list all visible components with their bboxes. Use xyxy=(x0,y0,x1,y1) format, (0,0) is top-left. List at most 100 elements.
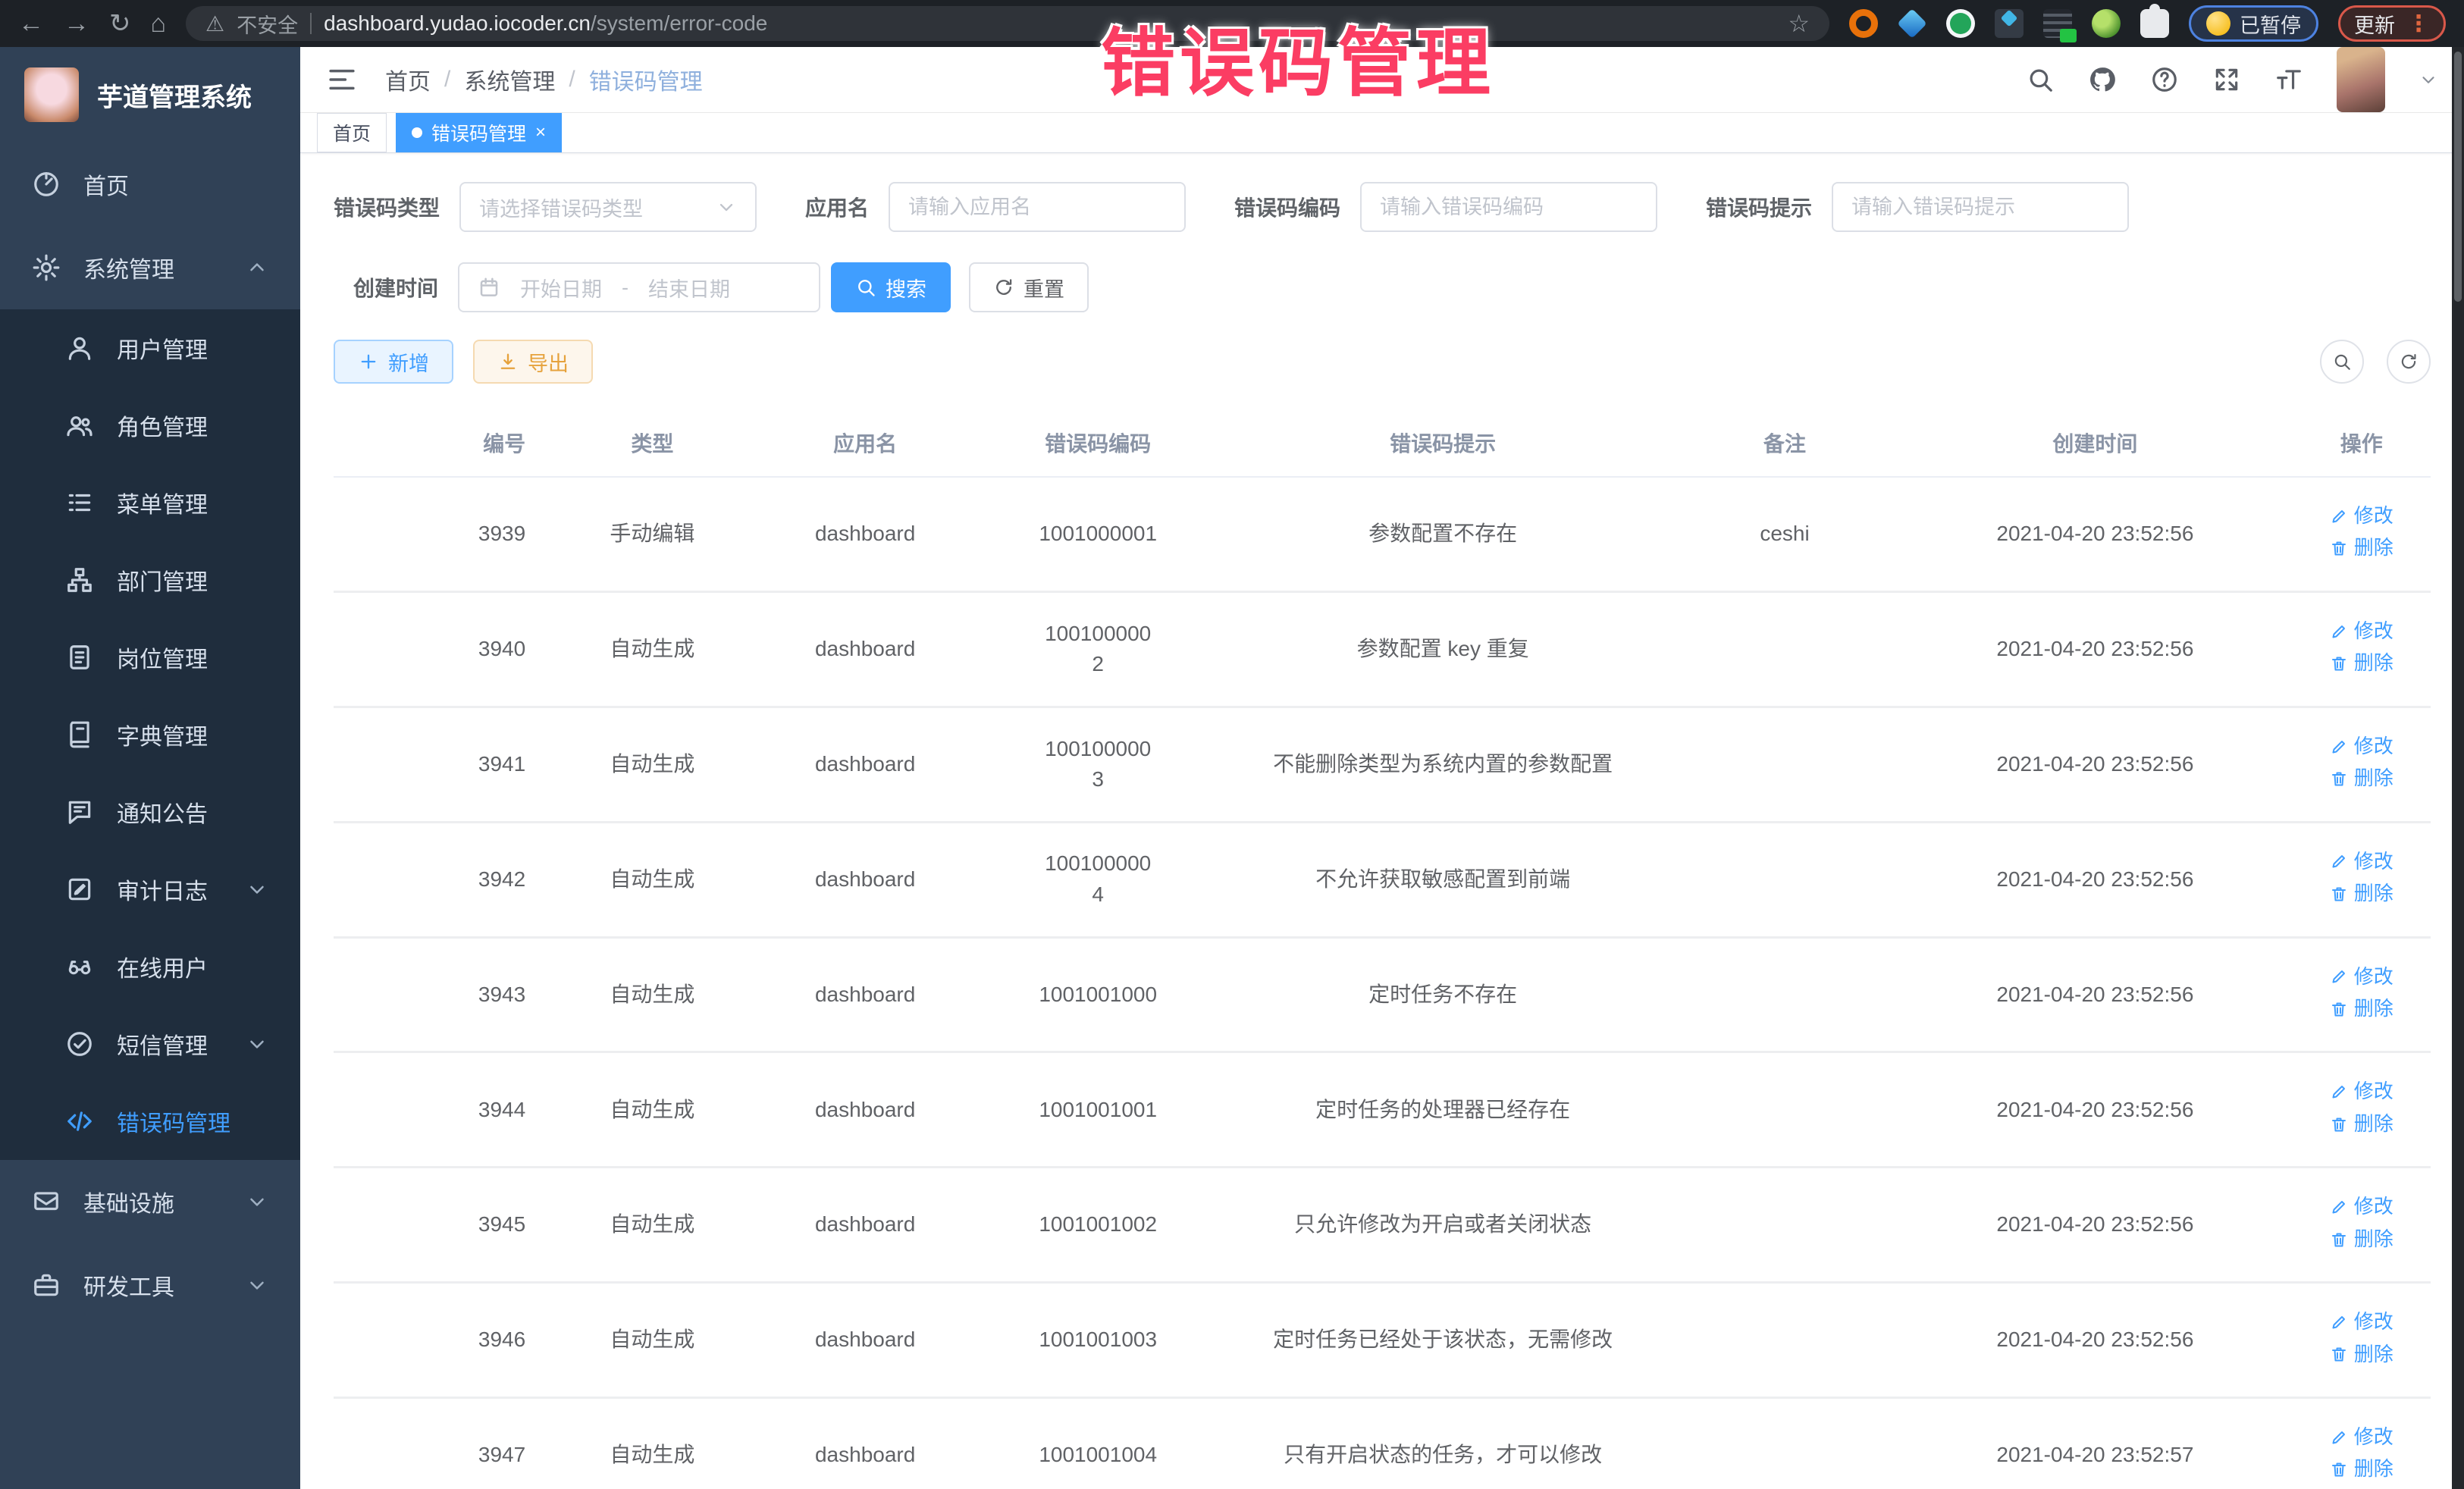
browser-scrollbar[interactable] xyxy=(2452,47,2464,1489)
delete-link[interactable]: 删除 xyxy=(2330,879,2393,908)
sidebar-item-depts[interactable]: 部门管理 xyxy=(0,541,300,619)
refresh-icon xyxy=(993,277,1014,298)
export-button[interactable]: 导出 xyxy=(473,340,593,384)
delete-link[interactable]: 删除 xyxy=(2330,995,2393,1023)
delete-link[interactable]: 删除 xyxy=(2330,1110,2393,1139)
edit-link[interactable]: 修改 xyxy=(2330,502,2393,531)
list-on-extension-icon[interactable] xyxy=(2043,9,2072,38)
notice-icon xyxy=(65,798,94,826)
chevron-down-icon[interactable] xyxy=(2419,70,2438,89)
delete-link[interactable]: 删除 xyxy=(2330,649,2393,678)
paused-extension-badge[interactable]: 已暂停 xyxy=(2189,5,2318,42)
user-avatar[interactable] xyxy=(2337,47,2385,112)
refresh-table-button[interactable] xyxy=(2387,340,2431,384)
font-size-icon[interactable] xyxy=(2274,65,2303,94)
extensions-area xyxy=(1849,9,2169,38)
logo[interactable]: 芋道管理系统 xyxy=(0,47,300,143)
sidebar-item-posts[interactable]: 岗位管理 xyxy=(0,619,300,696)
app-frame: 芋道管理系统 首页系统管理用户管理角色管理菜单管理部门管理岗位管理字典管理通知公… xyxy=(0,47,2464,1489)
reset-button[interactable]: 重置 xyxy=(969,262,1089,312)
edit-link[interactable]: 修改 xyxy=(2330,1077,2393,1106)
sidebar-item-label: 在线用户 xyxy=(117,950,208,983)
cell-code: 1001000001 xyxy=(982,477,1215,591)
sidebar-item-error-codes[interactable]: 错误码管理 xyxy=(0,1083,300,1160)
edit-link[interactable]: 修改 xyxy=(2330,1193,2393,1221)
date-start-placeholder: 开始日期 xyxy=(520,273,602,303)
sidebar-item-sms[interactable]: 短信管理 xyxy=(0,1005,300,1083)
chrome-update-button[interactable]: 更新 ⋮ xyxy=(2338,5,2446,42)
home-icon[interactable]: ⌂ xyxy=(151,11,167,36)
delete-link[interactable]: 删除 xyxy=(2330,1340,2393,1369)
dict-icon xyxy=(65,720,94,749)
delete-link[interactable]: 删除 xyxy=(2330,1455,2393,1484)
edit-link[interactable]: 修改 xyxy=(2330,617,2393,646)
error-hint-input[interactable] xyxy=(1832,182,2129,232)
back-icon[interactable]: ← xyxy=(18,11,44,36)
forward-icon[interactable]: → xyxy=(64,11,89,36)
toggle-search-button[interactable] xyxy=(2320,340,2364,384)
puzzle-extension-icon[interactable] xyxy=(2140,9,2169,38)
reload-icon[interactable]: ↻ xyxy=(109,11,131,36)
cell-id: 3943 xyxy=(334,937,556,1052)
sidebar-item-home[interactable]: 首页 xyxy=(0,143,300,226)
cell-app: dashboard xyxy=(749,707,982,822)
edit-link[interactable]: 修改 xyxy=(2330,732,2393,761)
search-icon[interactable] xyxy=(2026,65,2055,94)
green-check-extension-icon[interactable] xyxy=(1946,9,1975,38)
bookmark-star-icon[interactable]: ☆ xyxy=(1788,9,1810,38)
sidebar-item-menus[interactable]: 菜单管理 xyxy=(0,464,300,541)
sidebar-item-online-users[interactable]: 在线用户 xyxy=(0,928,300,1005)
help-icon[interactable] xyxy=(2150,65,2179,94)
fullscreen-icon[interactable] xyxy=(2212,65,2241,94)
search-button[interactable]: 搜索 xyxy=(831,262,951,312)
sidebar-item-roles[interactable]: 角色管理 xyxy=(0,387,300,464)
sidebar-item-infra[interactable]: 基础设施 xyxy=(0,1160,300,1243)
scrollbar-thumb[interactable] xyxy=(2454,52,2462,302)
error-code-input[interactable] xyxy=(1360,182,1657,232)
blue-grid-extension-icon[interactable] xyxy=(1995,9,2024,38)
sidebar-item-dicts[interactable]: 字典管理 xyxy=(0,696,300,773)
tab-错误码管理[interactable]: 错误码管理× xyxy=(396,113,562,152)
cell-type: 手动编辑 xyxy=(556,477,748,591)
orange-ring-extension-icon[interactable] xyxy=(1849,9,1878,38)
app-name-input[interactable] xyxy=(889,182,1186,232)
hamburger-icon[interactable] xyxy=(326,64,358,96)
sidebar-item-notices[interactable]: 通知公告 xyxy=(0,773,300,851)
edit-link[interactable]: 修改 xyxy=(2330,963,2393,992)
cell-code: 1001000003 xyxy=(982,707,1215,822)
sidebar-menu: 首页系统管理用户管理角色管理菜单管理部门管理岗位管理字典管理通知公告审计日志在线… xyxy=(0,143,300,1327)
error-type-select[interactable]: 请选择错误码类型 xyxy=(459,182,757,232)
cell-app: dashboard xyxy=(749,591,982,707)
breadcrumb-item[interactable]: 首页 xyxy=(385,63,431,96)
date-range-picker[interactable]: 开始日期 - 结束日期 xyxy=(458,262,820,312)
browser-menu-icon[interactable]: ⋮ xyxy=(2407,11,2430,37)
sidebar-item-system[interactable]: 系统管理 xyxy=(0,226,300,309)
green-key-extension-icon[interactable] xyxy=(2092,9,2121,38)
cell-id: 3946 xyxy=(334,1283,556,1398)
tab-close-icon[interactable]: × xyxy=(535,124,546,142)
address-bar[interactable]: ⚠ 不安全 dashboard.yudao.iocoder.cn/system/… xyxy=(186,6,1829,41)
search-icon xyxy=(2332,352,2352,371)
add-button[interactable]: 新增 xyxy=(334,340,453,384)
tab-首页[interactable]: 首页 xyxy=(317,113,387,152)
edit-link[interactable]: 修改 xyxy=(2330,1308,2393,1337)
blue-gem-extension-icon[interactable] xyxy=(1897,8,1927,39)
edit-link[interactable]: 修改 xyxy=(2330,1423,2393,1452)
tab-active-dot xyxy=(412,127,422,138)
sidebar-item-devtools[interactable]: 研发工具 xyxy=(0,1243,300,1327)
breadcrumb-item[interactable]: 系统管理 xyxy=(464,63,555,96)
sidebar-item-label: 系统管理 xyxy=(83,251,174,284)
edit-link[interactable]: 修改 xyxy=(2330,848,2393,876)
update-label: 更新 xyxy=(2354,9,2395,39)
sidebar-item-audit-logs[interactable]: 审计日志 xyxy=(0,851,300,928)
cell-hint: 定时任务不存在 xyxy=(1215,937,1672,1052)
cell-remark: ceshi xyxy=(1672,477,1898,591)
delete-link[interactable]: 删除 xyxy=(2330,534,2393,563)
delete-link[interactable]: 删除 xyxy=(2330,1225,2393,1254)
sidebar-item-label: 角色管理 xyxy=(117,409,208,442)
sidebar-item-users[interactable]: 用户管理 xyxy=(0,309,300,387)
filter-row-1: 错误码类型 请选择错误码类型 应用名 错误码编码 错误码提示 xyxy=(334,182,2431,232)
table-row: 3946自动生成dashboard1001001003定时任务已经处于该状态，无… xyxy=(334,1283,2431,1398)
github-icon[interactable] xyxy=(2088,65,2117,94)
delete-link[interactable]: 删除 xyxy=(2330,764,2393,793)
